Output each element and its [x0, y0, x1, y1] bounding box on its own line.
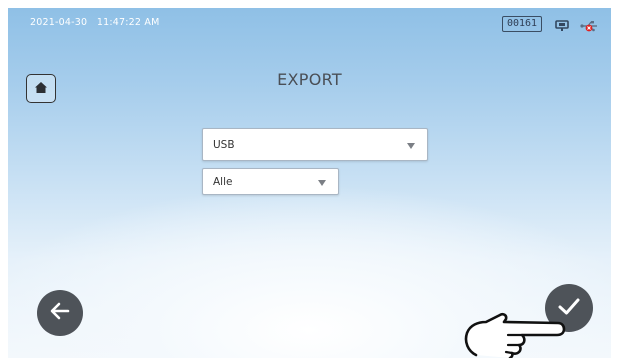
- page-title: EXPORT: [277, 70, 342, 89]
- cycle-counter: 00161: [502, 16, 542, 32]
- export-screen: 2021-04-30 11:47:22 AM 00161 EXPORT USB …: [8, 8, 611, 358]
- time-text: 11:47:22 AM: [96, 17, 160, 28]
- arrow-left-icon: [47, 298, 73, 328]
- pointing-hand-icon: [448, 306, 568, 358]
- export-scope-select[interactable]: Alle: [202, 168, 339, 195]
- usb-disconnected-icon[interactable]: [580, 17, 598, 36]
- chevron-down-icon: [318, 180, 326, 186]
- device-icon[interactable]: [555, 17, 569, 36]
- date-text: 2021-04-30: [30, 17, 88, 28]
- chevron-down-icon: [407, 143, 415, 149]
- export-scope-value: Alle: [213, 176, 233, 188]
- back-button[interactable]: [37, 290, 83, 336]
- export-target-value: USB: [213, 139, 235, 151]
- export-target-select[interactable]: USB: [202, 128, 428, 161]
- datetime: 2021-04-30 11:47:22 AM: [30, 17, 159, 28]
- status-bar: 2021-04-30 11:47:22 AM 00161: [8, 8, 611, 36]
